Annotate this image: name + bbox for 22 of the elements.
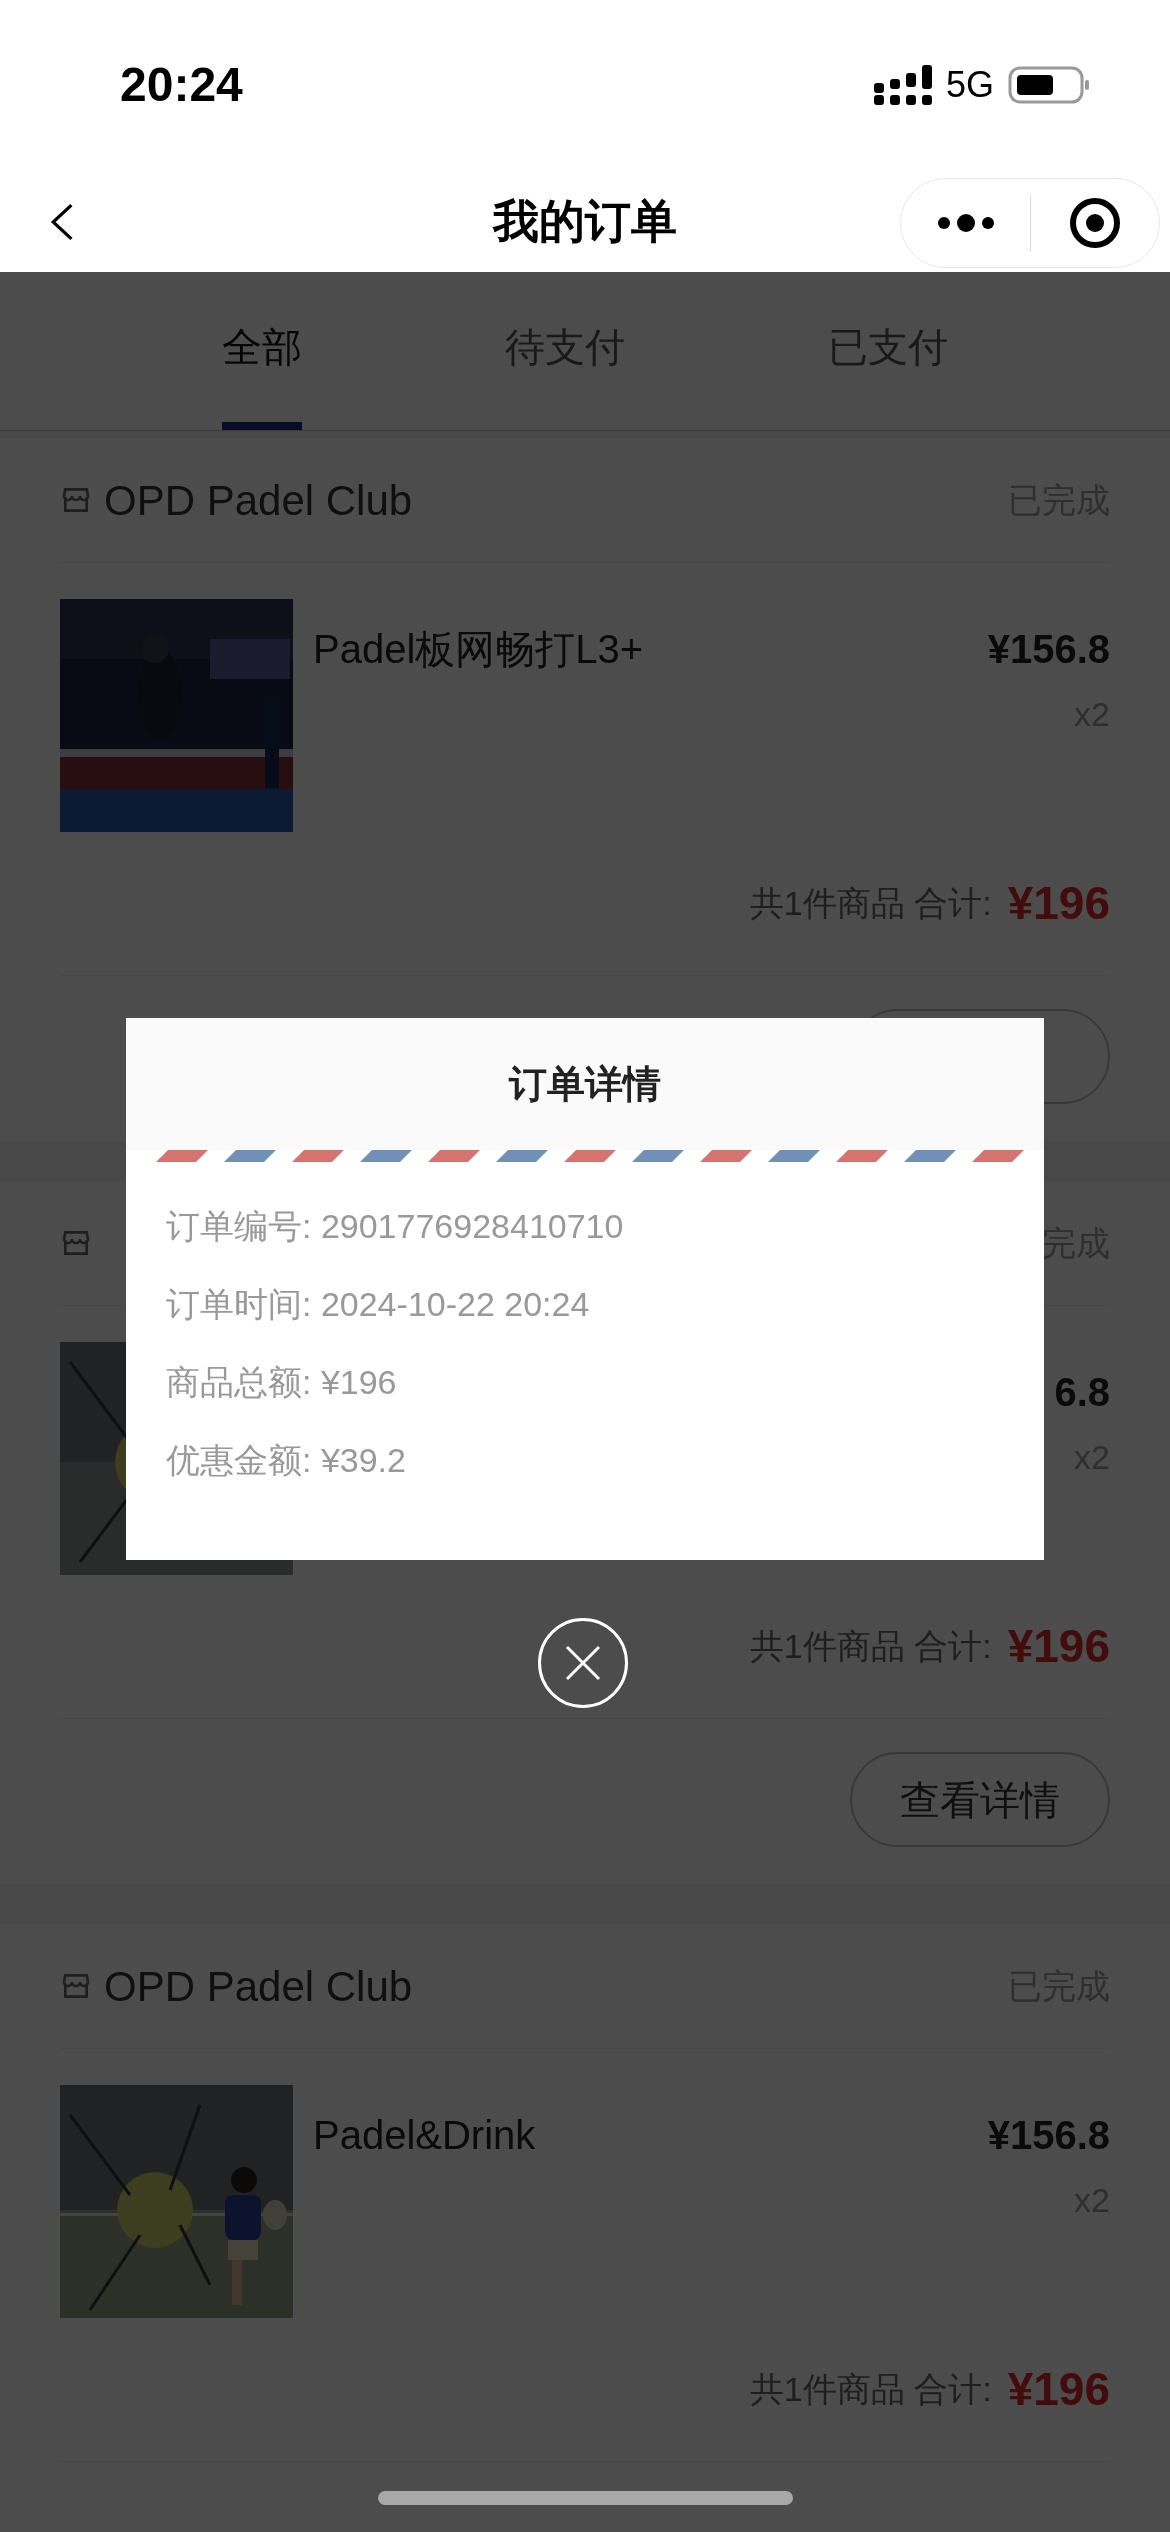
product-name: Padel板网畅打L3+ bbox=[313, 627, 644, 671]
shop-name: OPD Padel Club bbox=[104, 475, 413, 526]
order-total: ¥196 bbox=[1007, 876, 1110, 931]
close-button[interactable] bbox=[538, 1618, 628, 1708]
detail-row-text: 订单编号: 2901776928410710 bbox=[166, 1208, 625, 1244]
detail-row-text: 订单时间: 2024-10-22 20:24 bbox=[166, 1286, 591, 1322]
product-price: ¥156.8 bbox=[987, 626, 1110, 673]
status-time: 20:24 bbox=[120, 57, 243, 113]
order-total: ¥196 bbox=[1007, 1619, 1110, 1674]
order-total: ¥196 bbox=[1007, 2362, 1110, 2417]
page-title: 我的订单 bbox=[493, 193, 677, 249]
product-name: Padel&Drink bbox=[313, 2113, 536, 2157]
shop-name: OPD Padel Club bbox=[104, 1961, 413, 2012]
network-label: 5G bbox=[945, 63, 994, 107]
signal-icon bbox=[873, 65, 932, 105]
product-price: 6.8 bbox=[1054, 1369, 1110, 1416]
battery-icon bbox=[1008, 65, 1090, 105]
product-price: ¥156.8 bbox=[987, 2112, 1110, 2159]
close-icon bbox=[563, 1643, 603, 1683]
detail-row-text: 商品总额: ¥196 bbox=[166, 1364, 398, 1400]
dialog-title: 订单详情 bbox=[509, 1061, 661, 1107]
detail-row-text: 优惠金额: ¥39.2 bbox=[166, 1442, 407, 1478]
